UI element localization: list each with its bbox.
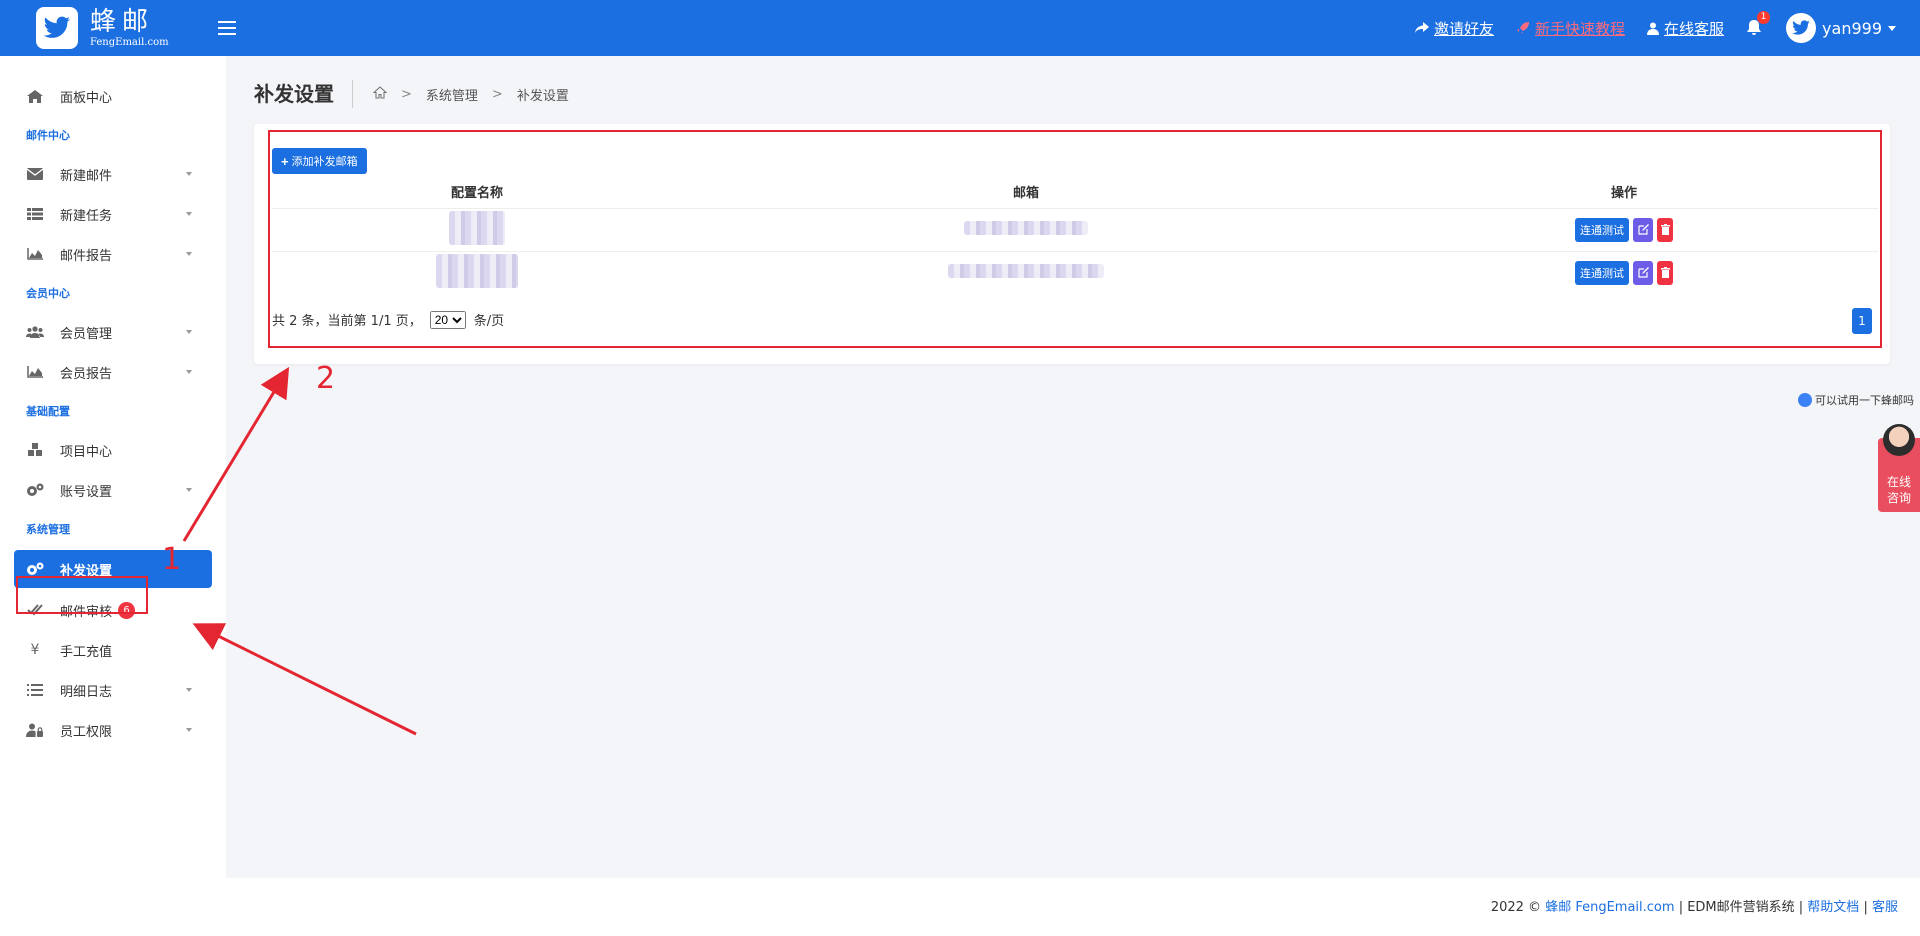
footer-text: 2022 © 蜂邮 FengEmail.com | EDM邮件营销系统 | 帮助… bbox=[1491, 896, 1898, 915]
annotation-label-2: 2 bbox=[316, 361, 335, 396]
footer: 2022 © 蜂邮 FengEmail.com | EDM邮件营销系统 | 帮助… bbox=[226, 878, 1920, 936]
footer-service-link[interactable]: 客服 bbox=[1872, 900, 1898, 915]
footer-year: 2022 © bbox=[1490, 900, 1542, 915]
consult-label: 在线咨询 bbox=[1886, 475, 1911, 505]
annotation-label-1: 1 bbox=[162, 542, 181, 577]
annotation-arrow-1 bbox=[182, 366, 290, 542]
annotation-arrows: 1 2 bbox=[162, 361, 417, 736]
footer-system-name: | EDM邮件营销系统 | bbox=[1678, 900, 1804, 915]
online-consult-button[interactable]: 在线咨询 bbox=[1878, 424, 1920, 512]
chat-tip-bubble[interactable]: 可以试用一下蜂邮吗 bbox=[1798, 392, 1914, 408]
agent-avatar bbox=[1883, 424, 1915, 456]
annotation-arrow-2 bbox=[192, 623, 417, 736]
footer-help-link[interactable]: 帮助文档 bbox=[1807, 900, 1859, 915]
chat-icon bbox=[1798, 393, 1812, 407]
chat-tip-text: 可以试用一下蜂邮吗 bbox=[1815, 394, 1914, 407]
footer-brand-link[interactable]: 蜂邮 FengEmail.com bbox=[1545, 900, 1674, 915]
footer-separator: | bbox=[1863, 900, 1868, 915]
